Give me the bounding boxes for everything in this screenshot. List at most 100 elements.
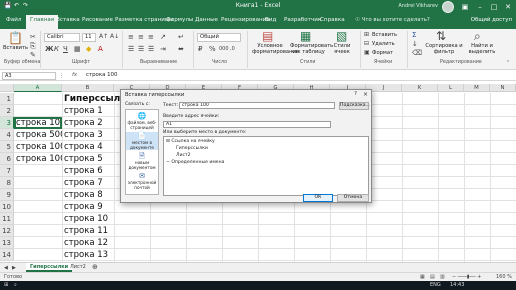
maximize-icon[interactable]: □: [487, 1, 501, 13]
add-sheet-icon[interactable]: ⊕: [92, 263, 98, 271]
tree-node-cell-reference[interactable]: ⊟ Ссылка на ячейку: [166, 139, 215, 145]
collapse-ribbon-icon[interactable]: ⌃: [506, 59, 510, 67]
cell-b7[interactable]: строка 6: [62, 165, 114, 177]
zoom-level[interactable]: 160 %: [496, 274, 512, 280]
column-header[interactable]: K: [402, 84, 438, 92]
help-button[interactable]: ?: [354, 91, 357, 97]
font-color-icon[interactable]: A: [98, 45, 103, 53]
page-layout-view-icon[interactable]: ▤: [430, 274, 435, 280]
increase-decimal-icon[interactable]: ,0: [230, 45, 235, 53]
cell-b3[interactable]: строка 2: [62, 117, 114, 129]
cell-b13[interactable]: строка 12: [62, 237, 114, 249]
cell-a5[interactable]: строка 1000: [14, 141, 62, 153]
align-right-icon[interactable]: ☰: [148, 45, 154, 53]
paste-button[interactable]: Вставить: [3, 45, 28, 51]
orientation-icon[interactable]: ↗: [160, 33, 166, 41]
underline-icon[interactable]: Ч: [63, 45, 68, 53]
align-center-icon[interactable]: ☰: [138, 45, 144, 53]
row-header[interactable]: 4: [0, 129, 14, 141]
wrap-text-icon[interactable]: ↵: [178, 33, 184, 41]
format-cells-icon[interactable]: ▣: [364, 49, 370, 57]
percent-icon[interactable]: %: [209, 45, 216, 53]
cell-b14[interactable]: строка 13: [62, 249, 114, 261]
row-header[interactable]: 8: [0, 177, 14, 189]
italic-icon[interactable]: К: [54, 45, 59, 53]
align-bottom-icon[interactable]: ≡: [148, 33, 154, 41]
format-as-table-button[interactable]: Форматировать как таблицу: [290, 43, 333, 55]
row-header[interactable]: 13: [0, 237, 14, 249]
paste-icon[interactable]: 📋: [8, 32, 23, 44]
font-size-select[interactable]: 11: [82, 33, 96, 42]
column-header[interactable]: A: [14, 84, 62, 92]
formula-input[interactable]: строка 100: [86, 72, 117, 78]
close-icon[interactable]: ✕: [501, 1, 515, 13]
tab-page-layout[interactable]: Разметка страницы: [115, 17, 173, 23]
tree-node-defined-names[interactable]: − Определенные имена: [166, 160, 224, 166]
search-icon[interactable]: ⌕: [14, 282, 17, 288]
cell-b1[interactable]: Гиперссылки: [62, 93, 122, 105]
column-header[interactable]: B: [62, 84, 114, 92]
cell-b2[interactable]: строка 1: [62, 105, 114, 117]
fill-icon[interactable]: ↓: [412, 40, 418, 48]
row-header[interactable]: 3: [0, 117, 14, 129]
find-select-button[interactable]: Найти и выделить: [466, 43, 498, 55]
autosum-icon[interactable]: Σ: [412, 31, 416, 39]
ok-button[interactable]: ОК: [303, 194, 333, 202]
cell-b10[interactable]: строка 9: [62, 201, 114, 213]
row-header[interactable]: 11: [0, 213, 14, 225]
cell-address-input[interactable]: A1: [163, 121, 331, 128]
row-header[interactable]: 2: [0, 105, 14, 117]
align-middle-icon[interactable]: ≡: [138, 33, 144, 41]
sheet-tab-sheet2[interactable]: Лист2: [66, 263, 90, 272]
format-cells-button[interactable]: Формат: [372, 50, 393, 56]
cut-icon[interactable]: ✂: [30, 33, 36, 41]
format-as-table-icon[interactable]: ▦: [300, 30, 311, 42]
increase-font-icon[interactable]: A↑: [99, 33, 108, 41]
tab-insert[interactable]: Вставка: [56, 17, 80, 23]
select-all-corner[interactable]: [0, 84, 14, 92]
taskbar-clock[interactable]: 14:43: [450, 282, 464, 288]
link-to-email[interactable]: ✉ электронной почтой: [126, 172, 158, 190]
cell-a6[interactable]: строка 10000: [14, 153, 62, 165]
taskbar-language[interactable]: ENG: [430, 282, 441, 288]
tab-data[interactable]: Данные: [195, 17, 218, 23]
tab-view[interactable]: Вид: [265, 17, 276, 23]
cell-styles-button[interactable]: Стили ячеек: [328, 43, 356, 55]
fill-color-icon[interactable]: ◆: [86, 45, 91, 53]
conditional-formatting-icon[interactable]: ▤: [262, 30, 273, 42]
cell-b11[interactable]: строка 10: [62, 213, 114, 225]
cell-b12[interactable]: строка 11: [62, 225, 114, 237]
row-header[interactable]: 9: [0, 189, 14, 201]
cell-a4[interactable]: строка 500: [14, 129, 62, 141]
find-select-icon[interactable]: ⌕: [474, 30, 481, 42]
borders-icon[interactable]: ▦: [74, 45, 81, 53]
indent-icon[interactable]: ⇥: [160, 45, 166, 53]
cell-b8[interactable]: строка 7: [62, 177, 114, 189]
bold-icon[interactable]: Ж: [45, 45, 54, 53]
share-button[interactable]: Общий доступ: [471, 17, 512, 23]
fx-icon[interactable]: fx: [72, 72, 77, 78]
copy-icon[interactable]: ⎘: [30, 42, 36, 50]
row-header[interactable]: 6: [0, 153, 14, 165]
tree-node-sheet-hyperlinks[interactable]: Гиперссылки: [176, 146, 208, 152]
cell-b5[interactable]: строка 4: [62, 141, 114, 153]
tab-file[interactable]: Файл: [6, 17, 21, 23]
sort-filter-icon[interactable]: ⇅: [436, 30, 446, 42]
tell-me-search[interactable]: ☉ Что вы хотите сделать?: [355, 17, 430, 23]
tab-developer[interactable]: Разработчик: [284, 17, 321, 23]
row-header[interactable]: 14: [0, 249, 14, 261]
row-header[interactable]: 10: [0, 201, 14, 213]
tab-help[interactable]: Справка: [320, 17, 345, 23]
zoom-slider[interactable]: − ───▮── +: [452, 274, 481, 280]
tab-formulas[interactable]: Формулы: [166, 17, 193, 23]
sort-filter-button[interactable]: Сортировка и фильтр: [424, 43, 464, 55]
merge-cells-icon[interactable]: ⬌: [178, 45, 184, 53]
cell-b9[interactable]: строка 8: [62, 189, 114, 201]
format-painter-icon[interactable]: ✎: [30, 51, 36, 59]
row-header[interactable]: 1: [0, 93, 14, 105]
insert-cells-button[interactable]: Вставить: [372, 32, 397, 38]
tree-node-sheet2[interactable]: Лист2: [176, 153, 191, 159]
row-header[interactable]: 5: [0, 141, 14, 153]
insert-cells-icon[interactable]: ⊞: [364, 31, 369, 39]
screentip-button[interactable]: Подсказка...: [339, 102, 370, 110]
